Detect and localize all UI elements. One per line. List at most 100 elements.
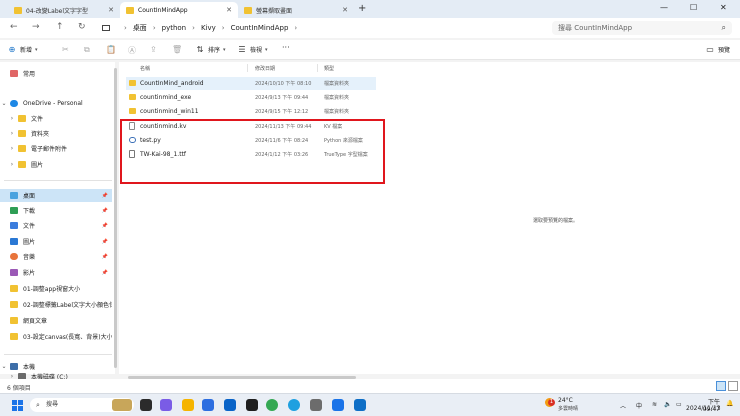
terminal-icon[interactable]	[246, 399, 258, 411]
paste-icon[interactable]: 📋	[106, 45, 116, 54]
tab-countinmindapp[interactable]: CountInMindApp ✕	[120, 2, 238, 18]
sidebar-item-resize-window[interactable]: 01-調整app視窗大小	[0, 282, 112, 295]
sidebar-item-canvas-size[interactable]: 03-設定canvas(長寬、背景)大小	[0, 330, 112, 343]
sidebar-item-music[interactable]: 音樂 📌	[0, 250, 112, 263]
notification-badge: 1	[548, 399, 555, 406]
forward-icon[interactable]: →	[32, 22, 40, 32]
copilot-icon[interactable]	[160, 399, 172, 411]
videos-icon	[10, 269, 18, 276]
table-row[interactable]: CountInMind_android 2024/10/10 下午 08:10 …	[126, 77, 376, 90]
breadcrumb[interactable]: › 桌面 › python › Kivy › CountInMindApp ›	[98, 20, 542, 35]
breadcrumb-desktop[interactable]: 桌面	[133, 23, 147, 33]
sidebar-item-onedrive[interactable]: ⌄ OneDrive - Personal	[0, 97, 112, 110]
column-header-type[interactable]: 類型	[324, 65, 334, 72]
sidebar-item-email-attachments[interactable]: › 電子郵件附件	[0, 142, 112, 155]
chevron-down-icon[interactable]: ⌄	[0, 100, 8, 107]
back-icon[interactable]: ←	[10, 22, 18, 32]
new-button[interactable]: ⊕ 新增 ▾	[8, 45, 38, 54]
chevron-right-icon: ›	[221, 23, 225, 32]
cut-icon[interactable]: ✂	[62, 45, 69, 54]
notifications-icon[interactable]: 🔔	[726, 400, 733, 407]
chevron-right-icon[interactable]: ›	[8, 145, 16, 152]
sidebar-item-label-style[interactable]: 02-調整標籤Label文字大小顏色位	[0, 298, 112, 311]
sidebar-item-folders[interactable]: › 資料夾	[0, 127, 112, 140]
sort-button[interactable]: ⇅ 排序 ▾	[196, 45, 226, 54]
sidebar-item-downloads[interactable]: 下載 📌	[0, 204, 112, 217]
breadcrumb-countinmindapp[interactable]: CountInMindApp	[231, 24, 289, 32]
maximize-button[interactable]: ☐	[690, 3, 697, 12]
close-icon[interactable]: ✕	[342, 6, 348, 14]
column-header-name[interactable]: 名稱	[140, 65, 150, 72]
table-row[interactable]: countinmind_exe 2024/9/13 下午 09:44 檔案資料夾	[126, 91, 376, 104]
sidebar-scrollbar[interactable]	[114, 68, 117, 368]
preview-button[interactable]: ▭ 預覽	[706, 45, 730, 54]
column-divider[interactable]	[317, 64, 318, 72]
cloud-icon	[10, 100, 18, 107]
tiles-view-icon[interactable]	[728, 381, 738, 391]
weather-description[interactable]: 多雲時晴	[558, 405, 578, 412]
taskbar: ⌕ 搜尋 1 24°C 多雲時晴 ︿ 中 ≋ 🔈 ▭ 下午 09:47 2024…	[0, 393, 740, 416]
chevron-right-icon: ›	[152, 23, 156, 32]
sidebar-item-documents[interactable]: 文件 📌	[0, 219, 112, 232]
search-placeholder: 搜尋 CountInMindApp	[558, 24, 633, 32]
share-icon[interactable]: ⇪	[150, 45, 157, 54]
refresh-icon[interactable]: ↻	[78, 22, 86, 32]
annotation-highlight-box	[120, 119, 385, 184]
more-options-button[interactable]: ···	[282, 43, 290, 52]
table-row[interactable]: countinmind_win11 2024/9/15 下午 12:12 檔案資…	[126, 105, 376, 118]
sidebar-item-onedrive-pictures[interactable]: › 圖片	[0, 158, 112, 171]
pin-icon: 📌	[101, 238, 108, 245]
minimize-button[interactable]: —	[660, 3, 668, 12]
battery-icon[interactable]: ▭	[676, 401, 682, 408]
column-header-date[interactable]: 修改日期	[255, 65, 275, 72]
sidebar-item-videos[interactable]: 影片 📌	[0, 266, 112, 279]
sidebar-item-home[interactable]: 常用	[0, 67, 112, 80]
folder-icon	[10, 285, 18, 292]
chevron-right-icon[interactable]: ›	[8, 115, 16, 122]
search-input[interactable]: 搜尋 CountInMindApp ⌕	[552, 21, 732, 35]
task-view-icon[interactable]	[140, 399, 152, 411]
vscode-icon[interactable]	[354, 399, 366, 411]
volume-icon[interactable]: 🔈	[664, 401, 671, 408]
sidebar-item-onedrive-documents[interactable]: › 文件	[0, 112, 112, 125]
close-icon[interactable]: ✕	[226, 6, 232, 14]
clock-date[interactable]: 2024/11/13	[686, 405, 721, 412]
close-icon[interactable]: ✕	[108, 6, 114, 14]
up-icon[interactable]: ↑	[56, 22, 64, 32]
sidebar-item-desktop[interactable]: 桌面 📌	[0, 189, 112, 202]
delete-icon[interactable]: 🗑	[172, 45, 182, 54]
file-explorer-icon[interactable]	[182, 399, 194, 411]
view-button[interactable]: ☰ 檢視 ▾	[238, 45, 268, 54]
chevron-down-icon: ▾	[265, 46, 268, 53]
chevron-right-icon[interactable]: ›	[8, 161, 16, 168]
snipping-tool-icon[interactable]	[310, 399, 322, 411]
outlook-icon[interactable]	[224, 399, 236, 411]
wifi-icon[interactable]: ≋	[652, 401, 657, 408]
breadcrumb-kivy[interactable]: Kivy	[201, 24, 216, 32]
close-window-button[interactable]: ✕	[720, 3, 727, 12]
pin-icon: 📌	[101, 222, 108, 229]
copy-icon[interactable]: ⧉	[84, 45, 90, 55]
sidebar-item-pictures[interactable]: 圖片 📌	[0, 235, 112, 248]
tray-overflow-icon[interactable]: ︿	[620, 401, 626, 410]
app-icon[interactable]	[332, 399, 344, 411]
edge-icon[interactable]	[288, 399, 300, 411]
sidebar-item-web-articles[interactable]: 網頁文章	[0, 314, 112, 327]
folder-icon	[126, 6, 134, 14]
windows-start-icon[interactable]	[12, 400, 23, 411]
tab-screenshots[interactable]: 螢幕擷取畫面 ✕	[238, 2, 354, 18]
widgets-icon[interactable]	[112, 399, 132, 411]
input-method-indicator[interactable]: 中	[636, 401, 642, 410]
column-divider[interactable]	[247, 64, 248, 72]
chrome-icon[interactable]	[266, 399, 278, 411]
chevron-down-icon[interactable]: ⌄	[0, 363, 8, 370]
add-tab-icon[interactable]: +	[358, 3, 366, 14]
breadcrumb-python[interactable]: python	[162, 24, 187, 32]
details-view-icon[interactable]	[716, 381, 726, 391]
tab-04-label-font[interactable]: 04-改變Label文字字型 ✕	[8, 2, 120, 18]
navigation-pane: 常用 ⌄ OneDrive - Personal › 文件 › 資料夾 › 電子…	[0, 62, 115, 380]
rename-icon[interactable]: Ⓐ	[128, 45, 136, 56]
chevron-right-icon[interactable]: ›	[8, 130, 16, 137]
weather-temperature[interactable]: 24°C	[558, 397, 573, 404]
store-icon[interactable]	[202, 399, 214, 411]
